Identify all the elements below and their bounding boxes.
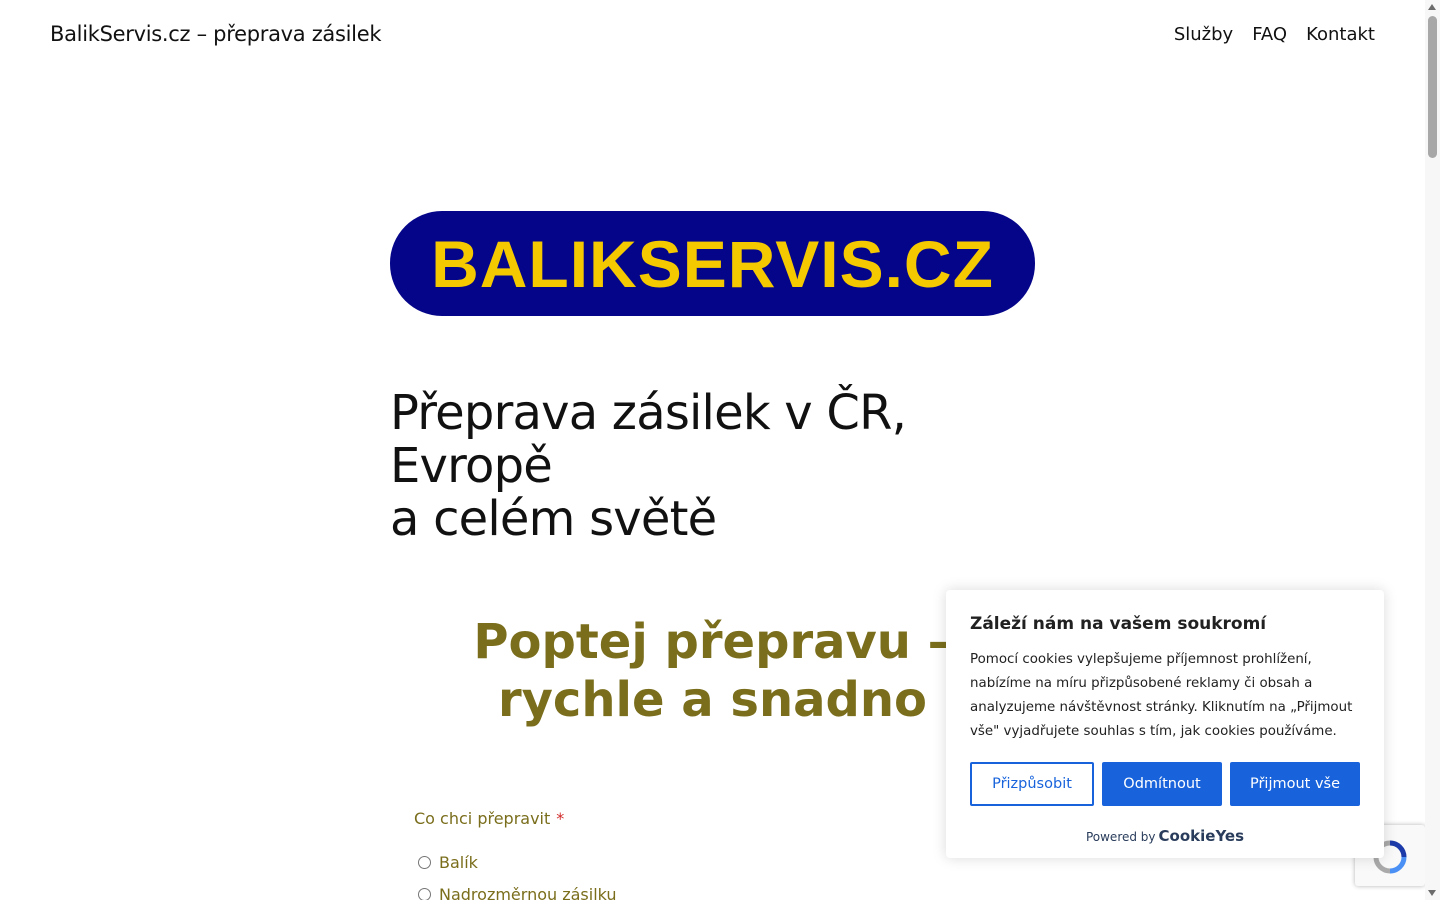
brand-logo: BALIKSERVIS.CZ bbox=[390, 211, 1035, 316]
cookie-banner-actions: Přizpůsobit Odmítnout Přijmout vše bbox=[970, 762, 1360, 806]
powered-by-text: Powered by bbox=[1085, 830, 1156, 844]
brand-logo-text: BALIKSERVIS.CZ bbox=[431, 226, 994, 301]
cookieyes-logo[interactable]: CookieYes bbox=[1159, 827, 1245, 845]
hero-heading-line2: a celém světě bbox=[390, 491, 717, 547]
required-mark: * bbox=[556, 809, 565, 828]
main-nav: Služby FAQ Kontakt bbox=[1174, 24, 1375, 45]
customize-button[interactable]: Přizpůsobit bbox=[970, 762, 1094, 806]
scroll-up-arrow-icon[interactable] bbox=[1428, 4, 1436, 10]
radio-option-oversized[interactable]: Nadrozměrnou zásilku bbox=[418, 885, 617, 900]
site-title[interactable]: BalikServis.cz – přeprava zásilek bbox=[50, 22, 382, 46]
hero-heading-line1: Přeprava zásilek v ČR, Evropě bbox=[390, 385, 907, 494]
cookie-consent-banner: Záleží nám na vašem soukromí Pomocí cook… bbox=[946, 590, 1384, 858]
powered-by: Powered by CookieYes bbox=[946, 827, 1384, 845]
reject-button[interactable]: Odmítnout bbox=[1102, 762, 1222, 806]
scroll-down-arrow-icon[interactable] bbox=[1428, 890, 1436, 896]
nav-item-contact[interactable]: Kontakt bbox=[1306, 24, 1375, 45]
radio-option-label[interactable]: Balík bbox=[439, 853, 478, 872]
cookie-banner-text: Pomocí cookies vylepšujeme příjemnost pr… bbox=[970, 652, 1353, 739]
radio-button[interactable] bbox=[418, 856, 431, 869]
hero-heading: Přeprava zásilek v ČR, Evropě a celém sv… bbox=[390, 387, 1070, 546]
shipment-type-label-text: Co chci přepravit bbox=[414, 809, 551, 828]
radio-option-label[interactable]: Nadrozměrnou zásilku bbox=[439, 885, 617, 900]
page-scrollbar[interactable] bbox=[1425, 0, 1440, 900]
shipment-type-label: Co chci přepravit * bbox=[414, 809, 564, 828]
nav-item-faq[interactable]: FAQ bbox=[1252, 24, 1287, 45]
radio-button[interactable] bbox=[418, 888, 431, 900]
form-title-line2: rychle a snadno bbox=[497, 672, 928, 728]
scrollbar-thumb[interactable] bbox=[1428, 16, 1437, 158]
radio-option-parcel[interactable]: Balík bbox=[418, 853, 478, 872]
accept-all-button[interactable]: Přijmout vše bbox=[1230, 762, 1360, 806]
form-title-line1: Poptej přepravu – bbox=[473, 614, 952, 670]
form-title: Poptej přepravu – rychle a snadno bbox=[420, 613, 1005, 729]
cookie-banner-title: Záleží nám na vašem soukromí bbox=[970, 614, 1267, 634]
nav-item-services[interactable]: Služby bbox=[1174, 24, 1233, 45]
